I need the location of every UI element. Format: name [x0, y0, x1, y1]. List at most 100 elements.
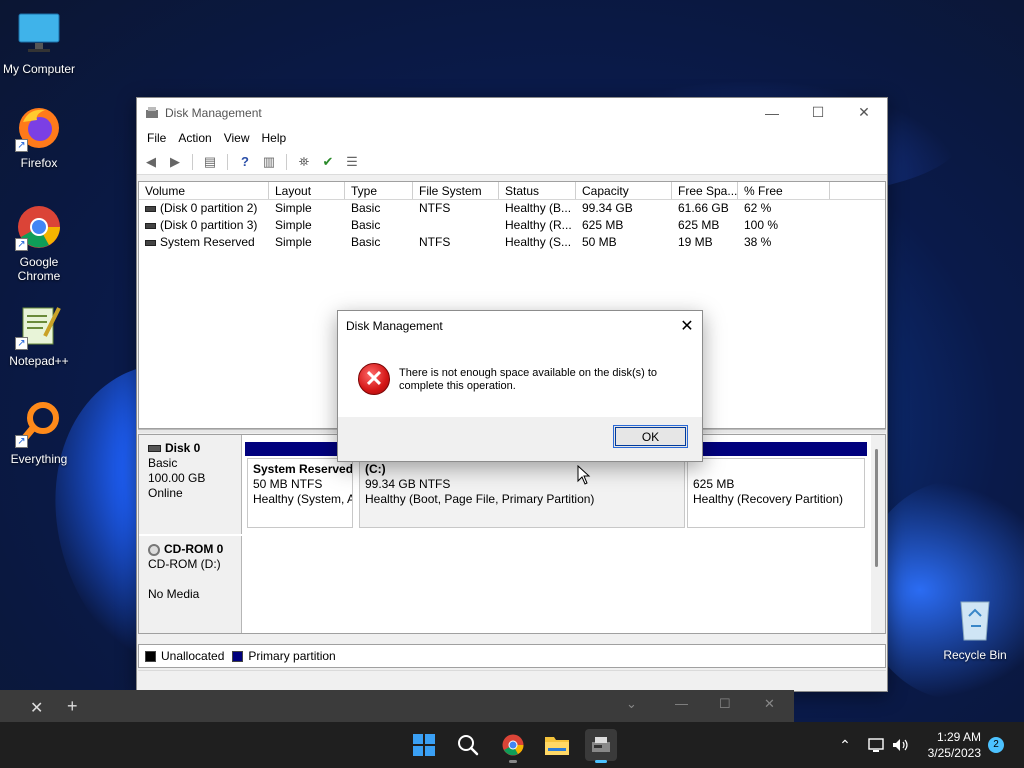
menu-action[interactable]: Action: [172, 131, 217, 145]
chevron-down-icon[interactable]: ⌄: [626, 696, 637, 712]
table-row[interactable]: System Reserved Simple Basic NTFS Health…: [139, 234, 885, 251]
desktop-icon-my-computer[interactable]: My Computer: [1, 10, 77, 76]
cell-percent-free: 62 %: [744, 201, 772, 215]
disk-info[interactable]: Disk 0 Basic 100.00 GB Online: [139, 435, 242, 534]
column-header-free-space[interactable]: Free Spa...: [672, 182, 738, 199]
column-header-status[interactable]: Status: [499, 182, 576, 199]
help-icon[interactable]: ?: [235, 153, 255, 171]
show-action-pane-icon[interactable]: ▥: [259, 153, 279, 171]
error-dialog: Disk Management ✕ ✕ There is not enough …: [337, 310, 703, 462]
running-indicator: [509, 760, 517, 763]
notification-badge[interactable]: 2: [988, 737, 1004, 753]
scrollbar-thumb[interactable]: [875, 449, 878, 567]
desktop-icon-label: Google Chrome: [17, 255, 61, 283]
taskbar-search-button[interactable]: [452, 729, 484, 761]
disk-kind: CD-ROM (D:): [148, 557, 221, 571]
maximize-icon[interactable]: ☐: [719, 696, 731, 712]
chevron-up-icon[interactable]: ⌃: [836, 737, 854, 754]
desktop-icon-everything[interactable]: ↗ Everything: [1, 400, 77, 466]
network-icon[interactable]: [868, 737, 886, 753]
partition-size: 50 MB NTFS: [253, 477, 323, 491]
window-title: Disk Management: [165, 105, 262, 120]
menu-view[interactable]: View: [218, 131, 256, 145]
cell-capacity: 99.34 GB: [582, 201, 633, 215]
volume-list-header: Volume Layout Type File System Status Ca…: [139, 182, 885, 200]
disk-map-scrollbar[interactable]: [871, 435, 885, 633]
taskbar-disk-management[interactable]: [585, 729, 617, 763]
clock-time: 1:29 AM: [936, 730, 981, 744]
disk-management-icon: [146, 106, 158, 118]
minimize-icon[interactable]: —: [675, 696, 688, 711]
cell-volume: System Reserved: [160, 235, 255, 249]
start-button[interactable]: [408, 729, 440, 761]
cell-type: Basic: [351, 218, 381, 232]
hard-disk-icon: [148, 445, 161, 452]
taskbar-file-explorer[interactable]: [541, 729, 573, 761]
menu-file[interactable]: File: [141, 131, 172, 145]
disk-kind: Basic: [148, 456, 178, 470]
cell-type: Basic: [351, 235, 381, 249]
cell-percent-free: 38 %: [744, 235, 772, 249]
toolbar-separator: [227, 153, 228, 170]
back-icon[interactable]: ◀: [141, 153, 161, 171]
volume-icon[interactable]: [891, 737, 909, 753]
disk-row: CD-ROM 0 CD-ROM (D:) No Media: [139, 536, 871, 633]
start-icon: [413, 734, 435, 756]
dialog-title: Disk Management: [346, 319, 443, 333]
file-explorer-icon: [545, 737, 569, 755]
desktop-icon-google-chrome[interactable]: ↗ Google Chrome: [1, 203, 77, 283]
forward-icon[interactable]: ▶: [165, 153, 185, 171]
desktop-icon-firefox[interactable]: ↗ Firefox: [1, 104, 77, 170]
partition-recovery[interactable]: 625 MB Healthy (Recovery Partition): [685, 442, 867, 528]
table-row[interactable]: (Disk 0 partition 2) Simple Basic NTFS H…: [139, 200, 885, 217]
cell-free-space: 625 MB: [678, 218, 720, 232]
desktop-icon-label: Firefox: [20, 156, 58, 170]
new-tab-icon[interactable]: +: [67, 696, 78, 717]
column-header-percent-free[interactable]: % Free: [738, 182, 830, 199]
legend-swatch-unallocated: [145, 650, 156, 662]
ok-button[interactable]: OK: [613, 425, 688, 448]
background-window-strip: ✕ + ⌄ — ☐ ✕: [0, 690, 794, 722]
menu-help[interactable]: Help: [256, 131, 293, 145]
disk-size: [148, 572, 241, 587]
close-tab-icon[interactable]: ✕: [30, 698, 43, 718]
running-indicator: [595, 760, 607, 763]
cell-free-space: 19 MB: [678, 235, 713, 249]
maximize-button[interactable]: ☐: [795, 98, 841, 127]
dialog-footer: OK: [338, 417, 702, 461]
minimize-button[interactable]: —: [749, 98, 795, 127]
taskbar-chrome[interactable]: [497, 729, 529, 763]
legend-label-unallocated: Unallocated: [161, 649, 225, 663]
partition-name: (C:): [365, 462, 386, 476]
close-icon[interactable]: ✕: [764, 696, 775, 712]
column-header-file-system[interactable]: File System: [413, 182, 499, 199]
check-icon[interactable]: ✔: [318, 153, 338, 171]
volume-icon: [145, 205, 156, 212]
legend-label-primary: Primary partition: [248, 649, 336, 663]
dialog-close-button[interactable]: ✕: [672, 311, 702, 341]
column-header-layout[interactable]: Layout: [269, 182, 345, 199]
column-header-volume[interactable]: Volume: [139, 182, 269, 199]
partition-status: Healthy (Boot, Page File, Primary Partit…: [365, 492, 595, 506]
disk-info[interactable]: CD-ROM 0 CD-ROM (D:) No Media: [139, 536, 242, 633]
column-header-capacity[interactable]: Capacity: [576, 182, 672, 199]
connect-disk-icon[interactable]: ⛯: [294, 153, 314, 171]
show-hide-console-tree-icon[interactable]: ▤: [200, 153, 220, 171]
search-icon: [458, 735, 479, 756]
partition-name: [693, 462, 859, 477]
disk-size: 100.00 GB: [148, 471, 206, 485]
desktop-icon-notepad-plus-plus[interactable]: ↗ Notepad++: [1, 302, 77, 368]
properties-icon[interactable]: ☰: [342, 153, 362, 171]
volume-icon: [145, 222, 156, 229]
table-row[interactable]: (Disk 0 partition 3) Simple Basic Health…: [139, 217, 885, 234]
desktop-icon-label: Notepad++: [9, 354, 69, 368]
desktop-icon-recycle-bin[interactable]: Recycle Bin: [937, 596, 1013, 662]
system-tray: ⌃: [836, 722, 909, 768]
dialog-titlebar[interactable]: Disk Management ✕: [338, 311, 702, 341]
desktop-icon-label: Everything: [10, 452, 68, 466]
window-titlebar[interactable]: Disk Management — ☐ ✕: [137, 98, 887, 127]
clock-date: 3/25/2023: [927, 746, 981, 760]
column-header-type[interactable]: Type: [345, 182, 413, 199]
clock[interactable]: 1:29 AM 3/25/2023: [928, 729, 981, 761]
close-button[interactable]: ✕: [841, 98, 887, 127]
